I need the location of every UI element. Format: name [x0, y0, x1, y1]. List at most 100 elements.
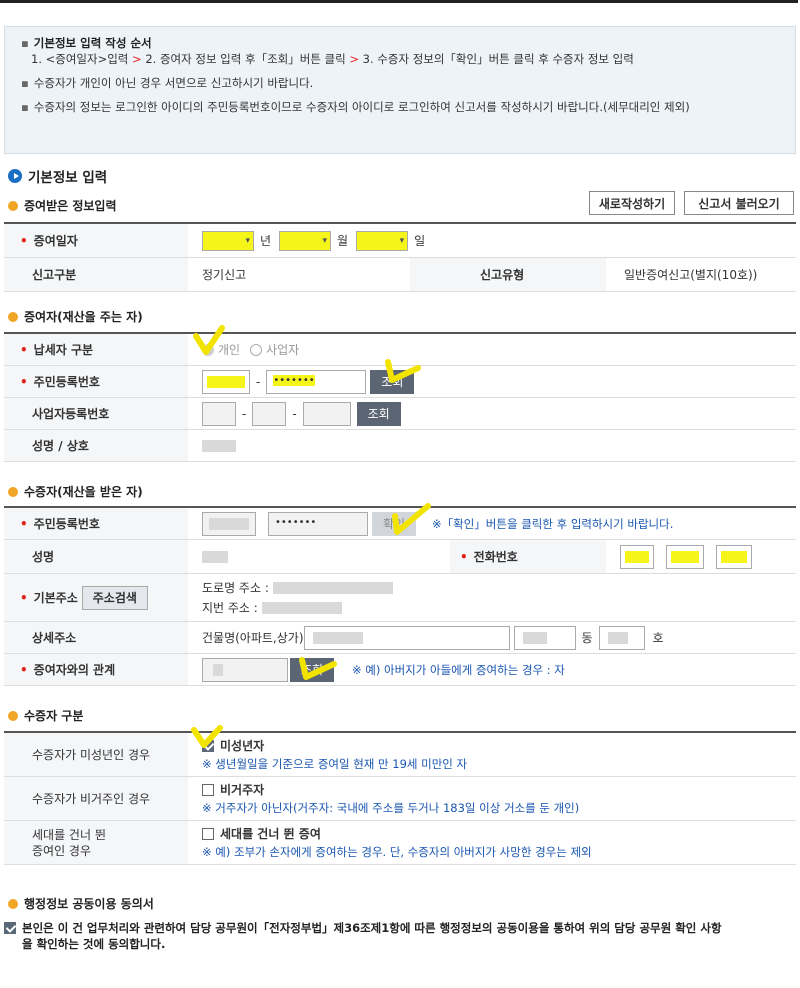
donee-table: • 주민등록번호 ••••••• 확인 ※「확인」버튼을 클릭한 후 입력하시기 … [4, 506, 796, 686]
building-input[interactable] [303, 625, 510, 650]
relation-search-button[interactable]: 조회 [290, 657, 334, 682]
bullet-circle-icon [8, 486, 18, 497]
detail-address-value: 건물명(아파트,상가) 동 호 [188, 622, 672, 653]
gift-date-label: • 증여일자 [4, 224, 188, 257]
biz-no-part3-input[interactable] [302, 401, 351, 426]
relation-row: • 증여자와의 관계 조회 ※ 예) 아버지가 아들에게 증여하는 경우 : 자 [4, 654, 796, 686]
donee-rrn-front-input[interactable] [202, 511, 256, 536]
individual-radio-label: 개인 [218, 343, 241, 357]
taxpayer-type-value: 개인 사업자 [188, 334, 299, 365]
donee-confirm-button[interactable]: 확인 [372, 511, 416, 536]
phone-part1-input[interactable] [620, 544, 654, 569]
biz-no-part1-input[interactable] [202, 401, 236, 426]
gift-date-value: ▾ 년 ▾ 월 ▾ 일 [188, 224, 425, 257]
dong-input[interactable] [513, 625, 576, 650]
gift-date-row: • 증여일자 ▾ 년 ▾ 월 ▾ 일 [4, 224, 796, 258]
month-select[interactable]: ▾ [279, 230, 332, 251]
address-search-button[interactable]: 주소검색 [81, 585, 148, 610]
donor-search-button[interactable]: 조회 [370, 369, 415, 394]
donee-rrn-row: • 주민등록번호 ••••••• 확인 ※「확인」버튼을 클릭한 후 입력하시기 … [4, 508, 796, 540]
skip-generation-label: 세대를 건너 뛴 증여인 경우 [4, 821, 188, 864]
individual-radio[interactable] [202, 343, 214, 356]
donor-name-label: 성명 / 상호 [4, 430, 188, 461]
report-type-value: 일반증여신고(별지(10호)) [624, 268, 758, 282]
road-address: 도로명 주소 : [202, 578, 393, 598]
donee-type-table: 수증자가 미성년인 경우 미성년자 ※ 생년월일을 기준으로 증여일 현재 만 … [4, 731, 796, 865]
notice-line-login: ▪ 수증자의 정보는 로그인한 아이디의 주민등록번호이므로 수증자의 아이디로 … [21, 100, 690, 114]
relation-input[interactable] [202, 657, 288, 682]
report-type-label: 신고유형 [410, 258, 606, 291]
skip-generation-row: 세대를 건너 뛴 증여인 경우 세대를 건너 뛴 증여 ※ 예) 조부가 손자에게… [4, 821, 796, 865]
bullet-circle-icon [8, 710, 18, 721]
biz-no-row: 사업자등록번호 - - 조회 [4, 398, 796, 430]
gift-info-heading: 증여받은 정보입력 [8, 197, 117, 214]
minor-checkbox[interactable] [202, 740, 214, 752]
detail-address-label: 상세주소 [4, 622, 188, 653]
arrow-circle-icon [8, 169, 22, 183]
ho-input[interactable] [598, 625, 645, 650]
phone-part3-input[interactable] [716, 544, 752, 569]
skip-generation-note: ※ 예) 조부가 손자에게 증여하는 경우. 단, 수증자의 아버지가 사망한 … [202, 844, 592, 859]
consent-checkbox[interactable] [4, 922, 16, 934]
notice-line-individual: ▪ 수증자가 개인이 아닌 경우 서면으로 신고하시기 바랍니다. [21, 76, 314, 90]
report-kind-value: 정기신고 [202, 268, 247, 282]
minor-label: 수증자가 미성년인 경우 [4, 733, 188, 776]
nonresident-row: 수증자가 비거주인 경우 비거주자 ※ 거주자가 아닌자(거주자: 국내에 주소… [4, 777, 796, 821]
skip-generation-option: 세대를 건너 뛴 증여 [202, 825, 321, 843]
year-select[interactable]: ▾ [202, 230, 254, 251]
donee-type-heading: 수증자 구분 [8, 707, 83, 724]
notice-title: ▪ 기본정보 입력 작성 순서 [21, 36, 152, 50]
nonresident-value: 비거주자 ※ 거주자가 아닌자(거주자: 국내에 주소를 두거나 183일 이상… [188, 777, 579, 820]
ho-unit: 호 [652, 631, 664, 645]
day-select[interactable]: ▾ [356, 230, 409, 251]
phone-part2-input[interactable] [666, 544, 704, 569]
nonresident-label: 수증자가 비거주인 경우 [4, 777, 188, 820]
dash: - [256, 374, 261, 389]
phone-value [606, 540, 752, 573]
consent-text-block: 본인은 이 건 업무처리와 관련하여 담당 공무원이「전자정부법」제36조제1항… [4, 920, 764, 952]
business-radio[interactable] [250, 343, 263, 356]
report-kind-label: 신고구분 [4, 258, 188, 291]
biz-no-value: - - 조회 [188, 398, 401, 429]
minor-row: 수증자가 미성년인 경우 미성년자 ※ 생년월일을 기준으로 증여일 현재 만 … [4, 733, 796, 777]
redacted-text [202, 439, 236, 452]
report-kind-row: 신고구분 정기신고 신고유형 일반증여신고(별지(10호)) [4, 258, 796, 292]
donee-rrn-label: • 주민등록번호 [4, 508, 188, 539]
donee-rrn-value: ••••••• 확인 ※「확인」버튼을 클릭한 후 입력하시기 바랍니다. [188, 508, 673, 539]
minor-option: 미성년자 [202, 737, 264, 755]
minor-value: 미성년자 ※ 생년월일을 기준으로 증여일 현재 만 19세 미만인 자 [188, 733, 467, 776]
month-unit: 월 [337, 234, 349, 248]
bullet-circle-icon [8, 200, 18, 211]
address-value: 도로명 주소 : 지번 주소 : [188, 574, 393, 621]
biz-search-button[interactable]: 조회 [356, 401, 401, 426]
new-report-button[interactable]: 새로작성하기 [589, 191, 675, 215]
top-rule [0, 0, 798, 3]
donee-confirm-note: ※「확인」버튼을 클릭한 후 입력하시기 바랍니다. [432, 516, 674, 531]
donor-rrn-row: • 주민등록번호 - ••••••• 조회 [4, 366, 796, 398]
donor-name-value [188, 430, 236, 461]
business-radio-label: 사업자 [266, 343, 300, 357]
biz-no-part2-input[interactable] [252, 401, 287, 426]
donee-name-label: 성명 [4, 540, 188, 573]
address-label: • 기본주소 주소검색 [4, 574, 188, 621]
day-unit: 일 [414, 234, 426, 248]
dash: - [292, 406, 297, 421]
relation-note: ※ 예) 아버지가 아들에게 증여하는 경우 : 자 [352, 662, 565, 677]
nonresident-checkbox[interactable] [202, 784, 214, 796]
nonresident-note: ※ 거주자가 아닌자(거주자: 국내에 주소를 두거나 183일 이상 거소를 … [202, 800, 580, 815]
load-report-button[interactable]: 신고서 불러오기 [684, 191, 794, 215]
detail-address-row: 상세주소 건물명(아파트,상가) 동 호 [4, 622, 796, 654]
building-label: 건물명(아파트,상가) [202, 631, 304, 645]
relation-value: 조회 ※ 예) 아버지가 아들에게 증여하는 경우 : 자 [188, 654, 565, 685]
donor-rrn-back-input[interactable]: ••••••• [266, 369, 367, 394]
donee-heading: 수증자(재산을 받은 자) [8, 483, 143, 500]
skip-generation-value: 세대를 건너 뛴 증여 ※ 예) 조부가 손자에게 증여하는 경우. 단, 수증… [188, 821, 592, 864]
nonresident-option: 비거주자 [202, 781, 264, 799]
skip-generation-checkbox[interactable] [202, 828, 214, 840]
taxpayer-type-row: • 납세자 구분 개인 사업자 [4, 334, 796, 366]
donee-name-value [188, 540, 450, 573]
donor-rrn-front-input[interactable] [202, 369, 250, 394]
donee-rrn-back-input[interactable]: ••••••• [268, 511, 368, 536]
minor-note: ※ 생년월일을 기준으로 증여일 현재 만 19세 미만인 자 [202, 756, 468, 771]
address-row: • 기본주소 주소검색 도로명 주소 : 지번 주소 : [4, 574, 796, 622]
